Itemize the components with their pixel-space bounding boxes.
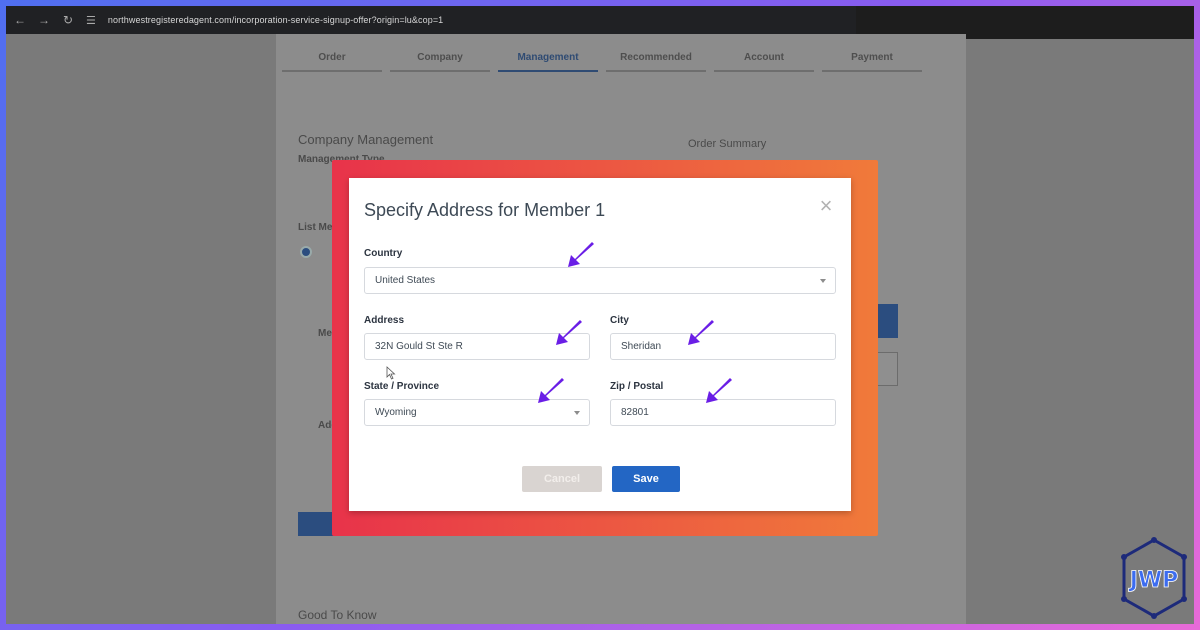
arrow-annotation-icon xyxy=(538,378,564,403)
progress-steps: Order Company Management Recommended Acc… xyxy=(282,52,922,72)
arrow-left-icon[interactable]: ← xyxy=(14,13,26,27)
arrow-annotation-icon xyxy=(688,320,714,345)
step-payment[interactable]: Payment xyxy=(822,52,922,72)
section-title: Company Management xyxy=(298,132,434,147)
good-to-know-title: Good To Know xyxy=(298,608,377,622)
chevron-down-icon xyxy=(820,279,826,283)
arrow-annotation-icon xyxy=(568,242,594,267)
step-account[interactable]: Account xyxy=(714,52,814,72)
cancel-button[interactable]: Cancel xyxy=(522,466,602,492)
jwp-logo-icon: JWP xyxy=(1121,537,1187,619)
logo-text: JWP xyxy=(1128,568,1179,593)
city-input[interactable] xyxy=(621,341,835,352)
state-value: Wyoming xyxy=(375,407,417,418)
screenshot-frame: ← → ↻ ☰ northwestregisteredagent.com/inc… xyxy=(6,6,1194,624)
country-label: Country xyxy=(364,248,403,259)
city-label: City xyxy=(610,315,629,326)
country-select[interactable]: United States xyxy=(364,267,836,294)
site-info-icon[interactable]: ☰ xyxy=(86,14,96,27)
state-label: State / Province xyxy=(364,381,440,392)
reload-icon[interactable]: ↻ xyxy=(62,13,74,27)
arrow-annotation-icon xyxy=(706,378,732,403)
zip-input[interactable] xyxy=(621,407,835,418)
order-summary-title: Order Summary xyxy=(688,138,767,150)
step-company[interactable]: Company xyxy=(390,52,490,72)
step-recommended[interactable]: Recommended xyxy=(606,52,706,72)
chevron-down-icon xyxy=(574,411,580,415)
step-management[interactable]: Management xyxy=(498,52,598,72)
browser-toolbar: ← → ↻ ☰ northwestregisteredagent.com/inc… xyxy=(6,6,856,34)
address-label: Address xyxy=(364,315,405,326)
close-icon[interactable]: × xyxy=(816,195,836,217)
country-value: United States xyxy=(375,275,436,286)
radio-selected[interactable] xyxy=(300,246,312,258)
zip-label: Zip / Postal xyxy=(610,381,664,392)
modal-title: Specify Address for Member 1 xyxy=(364,200,606,220)
address-modal: Specify Address for Member 1 × Country U… xyxy=(349,178,851,511)
save-button[interactable]: Save xyxy=(612,466,680,492)
address-bar[interactable]: northwestregisteredagent.com/incorporati… xyxy=(108,15,443,25)
mouse-cursor-icon xyxy=(386,366,396,380)
arrow-right-icon[interactable]: → xyxy=(38,13,50,27)
arrow-annotation-icon xyxy=(556,320,582,345)
city-field[interactable] xyxy=(610,333,836,360)
step-order[interactable]: Order xyxy=(282,52,382,72)
